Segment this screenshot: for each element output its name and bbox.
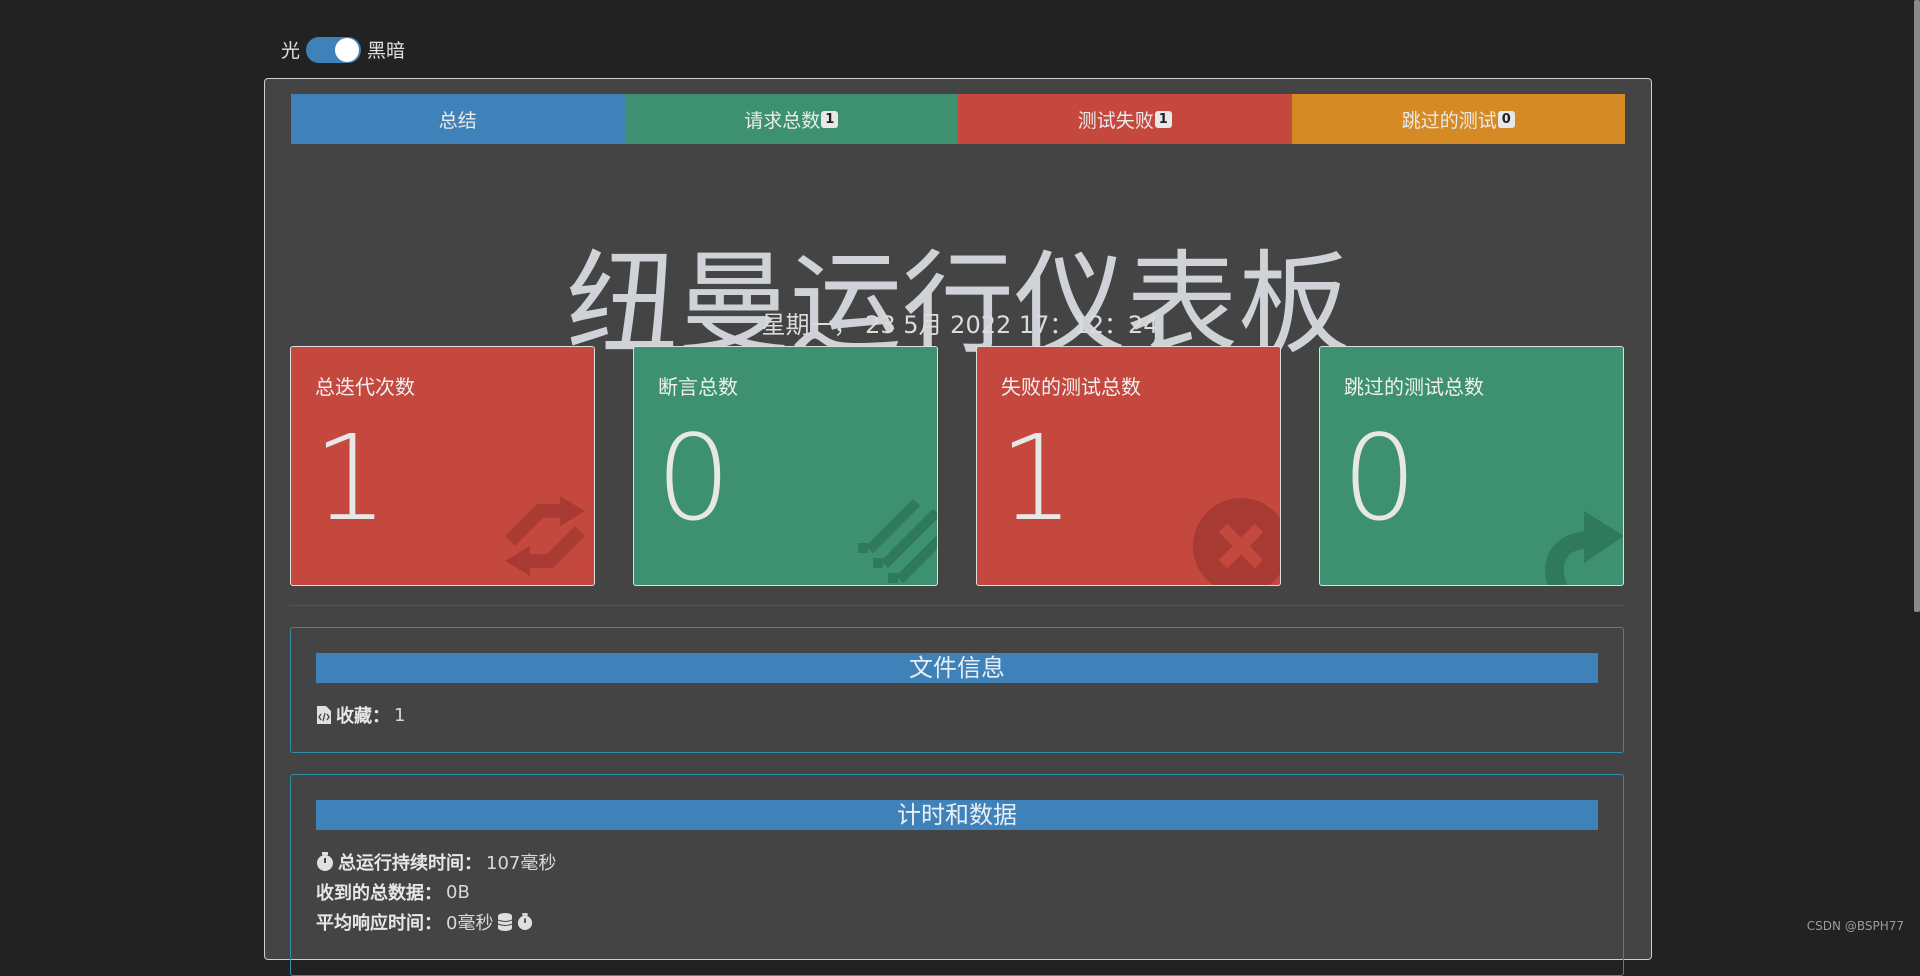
stat-card-failed: 失败的测试总数 1 [976,346,1281,586]
switch-knob [335,37,360,62]
stat-card-iterations: 总迭代次数 1 [290,346,595,586]
card-label: 断言总数 [658,375,738,399]
stat-card-skipped: 跳过的测试总数 0 [1319,346,1624,586]
run-datetime: 星期一， 23 5月 2022 17：12：24 [761,311,1159,339]
card-label: 跳过的测试总数 [1344,375,1484,399]
tab-summary[interactable]: 总结 [291,94,625,144]
avg-response-row: 平均响应时间： 0毫秒 [316,909,533,935]
dark-label: 黑暗 [367,40,406,62]
stat-card-assertions: 断言总数 0 [633,346,938,586]
section-title: 计时和数据 [316,800,1598,830]
tab-badge: 0 [1497,110,1515,128]
tab-label: 测试失败 [1077,109,1154,132]
list-icon [858,498,937,584]
avg-response-value: 0毫秒 [446,913,494,934]
theme-toggle: 光 黑暗 [281,36,405,63]
collection-value: 1 [394,704,406,726]
times-circle-icon [1193,498,1280,585]
section-title: 文件信息 [316,653,1598,683]
share-arrow-icon [1545,511,1623,585]
file-code-icon [317,706,331,724]
duration-value: 107毫秒 [486,853,557,874]
stopwatch-icon [317,852,333,871]
timing-section: 计时和数据 总运行持续时间： 107毫秒 收到的总数据： 0B 平均响应时间： … [290,774,1624,976]
divider [290,605,1624,606]
tab-label: 请求总数 [744,109,821,132]
card-label: 总迭代次数 [315,375,415,399]
card-label: 失败的测试总数 [1001,375,1141,399]
file-info-section: 文件信息 收藏： 1 [290,627,1624,753]
collection-label: 收藏： [336,706,390,727]
data-received-value: 0B [446,881,470,903]
card-value: 1 [999,409,1075,547]
collection-row: 收藏： 1 [316,702,405,728]
refresh-icon [505,496,585,576]
card-value: 0 [1342,409,1418,547]
theme-switch[interactable] [306,36,362,63]
database-icon [498,913,513,931]
tab-label: 总结 [438,109,477,132]
watermark: CSDN @BSPH77 [1806,919,1904,933]
tab-skipped-tests[interactable]: 跳过的测试 0 [1291,94,1625,144]
stat-card-row: 总迭代次数 1 断言总数 0 失败的测试总数 1 跳过的测试总数 0 [290,346,1624,586]
duration-row: 总运行持续时间： 107毫秒 [316,849,556,875]
avg-response-label: 平均响应时间： [316,913,442,934]
tab-label: 跳过的测试 [1401,109,1497,132]
tab-requests[interactable]: 请求总数 1 [624,94,958,144]
card-value: 1 [313,409,389,547]
page-scrollbar[interactable] [1914,0,1920,612]
tab-bar: 总结 请求总数 1 测试失败 1 跳过的测试 0 [291,94,1625,144]
data-received-label: 收到的总数据： [316,883,442,904]
stopwatch-icon [518,913,533,930]
light-label: 光 [281,40,301,62]
duration-label: 总运行持续时间： [338,853,482,874]
data-received-row: 收到的总数据： 0B [316,879,470,905]
tab-failed-tests[interactable]: 测试失败 1 [958,94,1292,144]
tab-badge: 1 [821,110,839,128]
card-value: 0 [656,409,732,547]
tab-badge: 1 [1154,110,1172,128]
